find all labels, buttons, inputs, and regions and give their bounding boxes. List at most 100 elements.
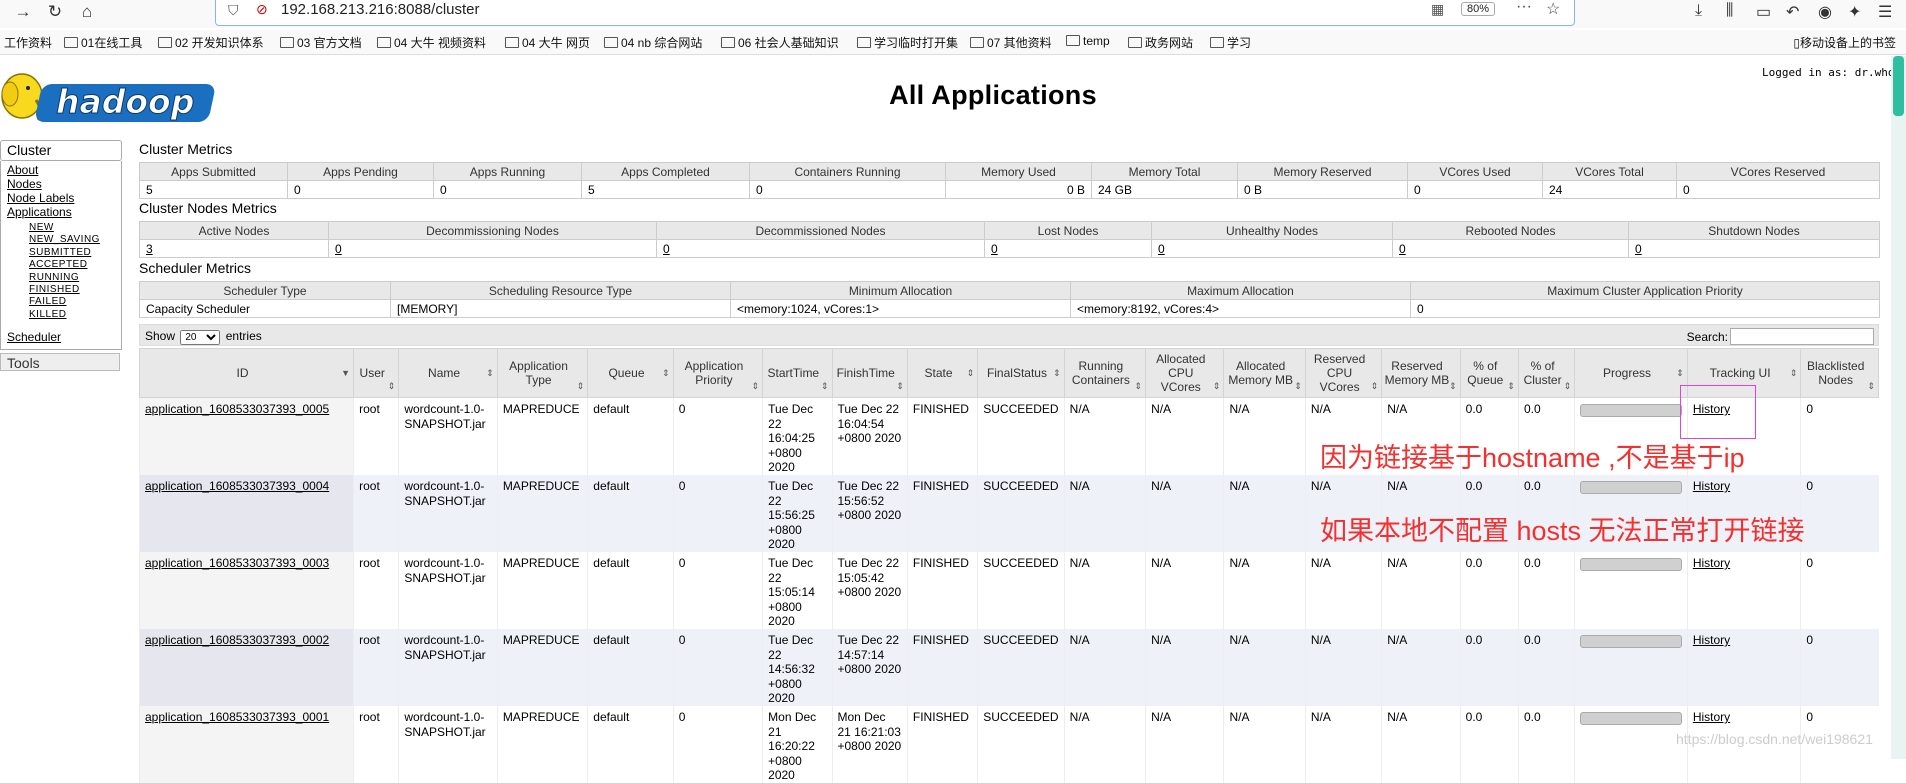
col-name[interactable]: Name ⇕ (398, 348, 498, 398)
library-icon[interactable]: ⫼ (1726, 2, 1733, 20)
active-nodes-link[interactable]: 3 (146, 242, 153, 256)
undo-icon[interactable]: ↶ (1786, 2, 1799, 22)
more-icon[interactable]: ··· (1516, 0, 1532, 16)
bookmark-folder[interactable]: 学习 (1210, 34, 1251, 51)
folder-icon (1210, 37, 1224, 48)
lost-nodes-link[interactable]: 0 (991, 242, 998, 256)
sidebar-icon[interactable]: ▭ (1756, 2, 1771, 22)
bookmark-folder[interactable]: 04 大牛 视频资料 (377, 34, 486, 51)
cell-pct-queue: 0.0 (1459, 552, 1519, 629)
col-pct-cluster[interactable]: % of Cluster ⇕ (1517, 348, 1576, 398)
bookmark-folder[interactable]: 政务网站 (1128, 34, 1193, 51)
nav-app-failed[interactable]: FAILED (7, 296, 115, 308)
qr-code-icon[interactable]: ▦ (1431, 1, 1444, 18)
zoom-level[interactable]: 80% (1461, 2, 1496, 16)
download-icon[interactable]: ⤓ (1695, 2, 1702, 20)
decommissioned-nodes-link[interactable]: 0 (663, 242, 670, 256)
col-progress[interactable]: Progress ⇕ (1574, 348, 1688, 398)
col-allocated-memory[interactable]: Allocated Memory MB ⇕ (1223, 348, 1306, 398)
history-link[interactable]: History (1693, 633, 1730, 647)
history-link[interactable]: History (1693, 479, 1730, 493)
nav-app-new[interactable]: NEW (7, 222, 115, 234)
col-final-status[interactable]: FinalStatus ⇕ (977, 348, 1065, 398)
nav-app-submitted[interactable]: SUBMITTED (7, 247, 115, 259)
menu-icon[interactable]: ☰ (1878, 2, 1892, 22)
cell-final-status: SUCCEEDED (977, 552, 1065, 629)
nav-app-new-saving[interactable]: NEW_SAVING (7, 234, 115, 246)
nav-app-killed[interactable]: KILLED (7, 309, 115, 321)
metric-header: Apps Completed (581, 162, 750, 181)
col-start-time[interactable]: StartTime ⇕ (762, 348, 833, 398)
bookmark-folder[interactable]: 02 开发知识体系 (158, 34, 264, 51)
metric-header: Memory Used (945, 162, 1092, 181)
nav-nodes[interactable]: Nodes (7, 177, 115, 191)
bookmark-folder[interactable]: 07 其他资料 (970, 34, 1052, 51)
col-allocated-cpu[interactable]: Allocated CPU VCores ⇕ (1145, 348, 1225, 398)
nav-applications[interactable]: Applications (7, 205, 115, 219)
mobile-bookmarks[interactable]: ▯移动设备上的书签 (1793, 34, 1896, 51)
col-blacklisted-nodes[interactable]: Blacklisted Nodes ⇕ (1800, 348, 1879, 398)
sort-icon: ⇕ (966, 368, 975, 378)
col-finish-time[interactable]: FinishTime ⇕ (831, 348, 908, 398)
bookmark-item[interactable]: 工作资料 (4, 34, 52, 51)
col-queue[interactable]: Queue ⇕ (587, 348, 674, 398)
metric-value: 0 (1676, 180, 1880, 199)
unhealthy-nodes-link[interactable]: 0 (1158, 242, 1165, 256)
bookmark-folder[interactable]: 04 nb 综合网站 (604, 34, 702, 51)
col-running-containers[interactable]: Running Containers ⇕ (1063, 348, 1147, 398)
nav-scheduler[interactable]: Scheduler (7, 330, 115, 344)
cell-reserved-cpu: N/A (1304, 629, 1382, 706)
history-link[interactable]: History (1693, 556, 1730, 570)
col-pct-queue[interactable]: % of Queue ⇕ (1459, 348, 1519, 398)
history-link[interactable]: History (1693, 710, 1730, 724)
cell-app-priority: 0 (672, 706, 763, 783)
cell-app-type: MAPREDUCE (496, 629, 588, 706)
metric-header: Memory Reserved (1237, 162, 1408, 181)
page-size-select[interactable]: 20 (180, 330, 221, 345)
scrollbar-thumb[interactable] (1893, 56, 1904, 116)
shield-icon[interactable]: ⛉ (228, 2, 239, 19)
application-id-link[interactable]: application_1608533037393_0003 (145, 556, 329, 570)
nav-app-finished[interactable]: FINISHED (7, 284, 115, 296)
reload-icon[interactable]: ↻ (44, 2, 66, 22)
rebooted-nodes-link[interactable]: 0 (1399, 242, 1406, 256)
shutdown-nodes-link[interactable]: 0 (1635, 242, 1642, 256)
address-bar[interactable]: ⛉ ⊘ 192.168.213.216:8088/cluster ▦ 80% ·… (215, 0, 1575, 26)
tools-section-header[interactable]: Tools (0, 353, 120, 371)
bookmark-folder[interactable]: 学习临时打开集 (857, 34, 958, 51)
home-icon[interactable]: ⌂ (76, 2, 98, 22)
bookmark-folder[interactable]: 04 大牛 网页 (505, 34, 590, 51)
insecure-lock-icon[interactable]: ⊘ (256, 1, 268, 18)
col-id[interactable]: ID ▼ (138, 348, 355, 398)
bookmark-star-icon[interactable]: ☆ (1546, 0, 1560, 19)
bookmark-folder[interactable]: 06 社会人基础知识 (721, 34, 839, 51)
forward-icon[interactable]: → (12, 2, 34, 22)
metric-value: 0 (984, 239, 1152, 258)
application-id-link[interactable]: application_1608533037393_0002 (145, 633, 329, 647)
url-text[interactable]: 192.168.213.216:8088/cluster (281, 1, 480, 18)
col-app-type[interactable]: Application Type ⇕ (496, 348, 589, 398)
nav-about[interactable]: About (7, 163, 115, 177)
col-user[interactable]: User ⇕ (353, 348, 400, 398)
nav-app-running[interactable]: RUNNING (7, 272, 115, 284)
nav-app-accepted[interactable]: ACCEPTED (7, 259, 115, 271)
col-state[interactable]: State ⇕ (906, 348, 979, 398)
cell-blacklisted-nodes: 0 (1800, 552, 1879, 629)
col-reserved-memory[interactable]: Reserved Memory MB ⇕ (1381, 348, 1461, 398)
col-app-priority[interactable]: Application Priority ⇕ (672, 348, 764, 398)
application-id-link[interactable]: application_1608533037393_0005 (145, 402, 329, 416)
cluster-section-header[interactable]: Cluster (0, 140, 122, 161)
account-icon[interactable]: ◉ (1818, 2, 1832, 22)
application-id-link[interactable]: application_1608533037393_0004 (145, 479, 329, 493)
nav-node-labels[interactable]: Node Labels (7, 191, 115, 205)
bookmark-folder[interactable]: 03 官方文档 (280, 34, 362, 51)
decommissioning-nodes-link[interactable]: 0 (335, 242, 342, 256)
metric-value: 0 (1151, 239, 1393, 258)
scrollbar[interactable] (1891, 56, 1906, 759)
bookmark-folder[interactable]: 01在线工具 (64, 34, 142, 51)
extension-icon[interactable]: ✦ (1848, 2, 1861, 22)
col-reserved-cpu[interactable]: Reserved CPU VCores ⇕ (1304, 348, 1383, 398)
bookmark-folder[interactable]: temp (1066, 34, 1110, 48)
search-input[interactable] (1730, 328, 1874, 345)
application-id-link[interactable]: application_1608533037393_0001 (145, 710, 329, 724)
